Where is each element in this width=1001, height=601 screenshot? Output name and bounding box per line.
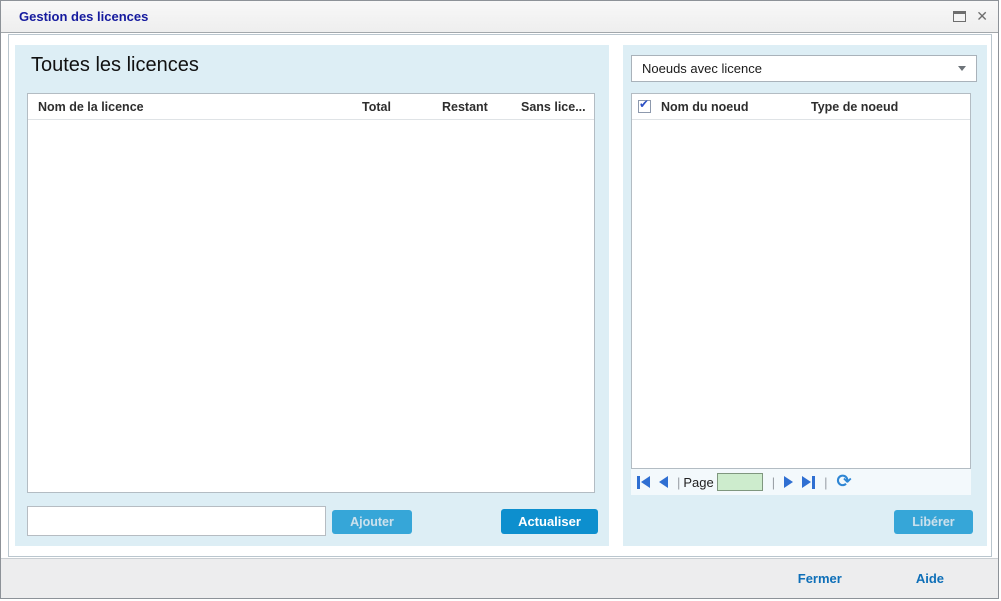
pager-separator: |	[824, 475, 827, 490]
release-button[interactable]: Libérer	[894, 510, 973, 534]
column-total: Total	[362, 100, 442, 114]
panel-title: Toutes les licences	[31, 54, 199, 77]
node-filter-value: Noeuds avec licence	[642, 61, 762, 76]
nodes-table: ✔ Nom du noeud Type de noeud	[631, 93, 971, 469]
help-link[interactable]: Aide	[916, 571, 944, 586]
last-page-icon[interactable]	[802, 476, 815, 489]
licenses-table-header: Nom de la licence Total Restant Sans lic…	[28, 94, 594, 120]
license-management-dialog: Gestion des licences ✕ Toutes les licenc…	[0, 0, 999, 599]
close-icon[interactable]: ✕	[976, 10, 988, 24]
first-page-icon[interactable]	[637, 476, 650, 489]
column-node-name: Nom du noeud	[661, 100, 811, 114]
node-filter-dropdown[interactable]: Noeuds avec licence	[631, 55, 977, 82]
nodes-panel: Noeuds avec licence ✔ Nom du noeud Type …	[623, 45, 987, 546]
refresh-icon[interactable]: ⟳	[837, 473, 852, 491]
page-label: Page	[683, 475, 713, 490]
all-licenses-panel: Toutes les licences Nom de la licence To…	[15, 45, 609, 546]
prev-page-icon[interactable]	[659, 476, 668, 488]
pagination-bar: | Page | | ⟳	[631, 469, 971, 495]
column-without-license: Sans lice...	[521, 100, 594, 114]
refresh-button[interactable]: Actualiser	[501, 509, 598, 534]
licenses-table: Nom de la licence Total Restant Sans lic…	[27, 93, 595, 493]
pager-separator: |	[772, 475, 775, 490]
restore-icon[interactable]	[953, 11, 966, 22]
window-title: Gestion des licences	[19, 1, 148, 32]
window-controls: ✕	[953, 1, 988, 32]
nodes-table-header: ✔ Nom du noeud Type de noeud	[632, 94, 970, 120]
chevron-down-icon	[958, 66, 966, 71]
pager-separator: |	[677, 475, 680, 490]
select-all-checkbox[interactable]: ✔	[638, 100, 651, 113]
column-license-name: Nom de la licence	[28, 100, 362, 114]
column-node-type: Type de noeud	[811, 100, 970, 114]
close-link[interactable]: Fermer	[798, 571, 842, 586]
titlebar: Gestion des licences ✕	[1, 1, 998, 33]
page-input[interactable]	[717, 473, 763, 491]
next-page-icon[interactable]	[784, 476, 793, 488]
checkmark-icon: ✔	[639, 97, 649, 111]
column-remaining: Restant	[442, 100, 521, 114]
add-button[interactable]: Ajouter	[332, 510, 412, 534]
license-key-input[interactable]	[27, 506, 326, 536]
dialog-footer: Fermer Aide	[1, 558, 998, 598]
